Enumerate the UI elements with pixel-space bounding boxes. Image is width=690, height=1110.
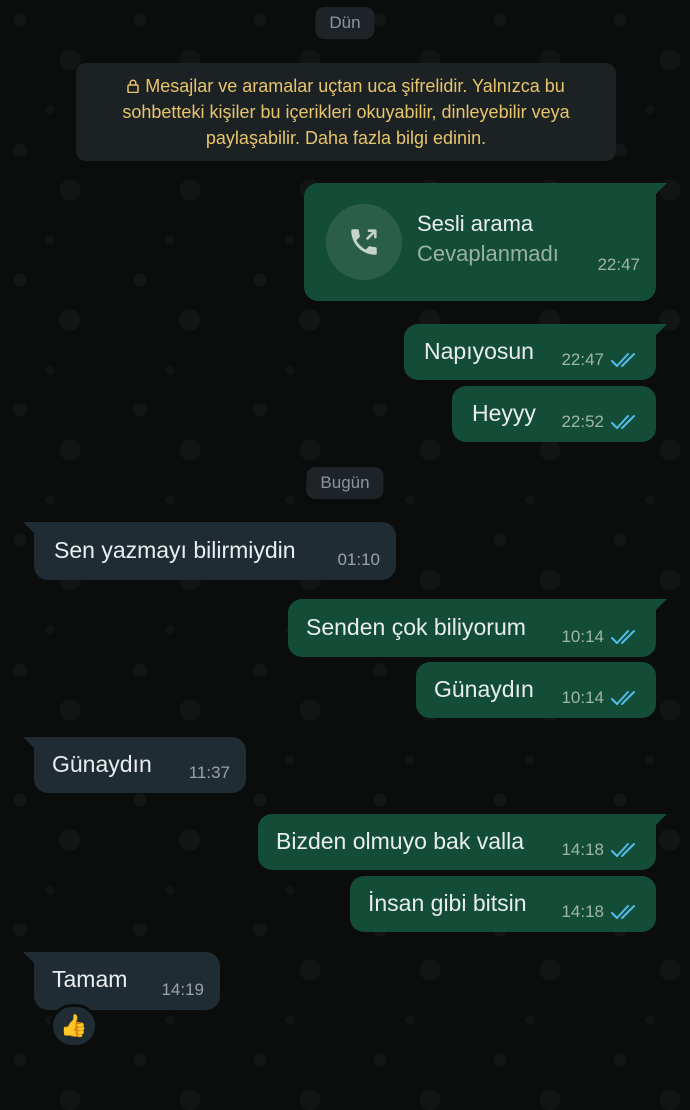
call-icon-circle [326,204,402,280]
call-meta: 22:47 [597,255,640,275]
read-ticks-icon [611,691,635,705]
message-time: 11:37 [188,763,230,782]
message-meta: 14:19 [161,980,204,1000]
message-time: 22:47 [561,350,604,369]
message-text: İnsan gibi bitsin [368,890,527,916]
read-ticks-icon [611,415,635,429]
chat-area[interactable]: Dün Mesajlar ve aramalar uçtan uca şifre… [0,0,690,1110]
message-bubble[interactable]: Bizden olmuyo bak valla 14:18 [258,814,667,870]
voice-call-bubble[interactable]: Sesli arama Cevaplanmadı 22:47 [304,183,667,301]
message-bubble[interactable]: Napıyosun 22:47 [404,324,667,380]
message-bubble[interactable]: Tamam 14:19 [23,952,220,1010]
reaction-badge[interactable]: 👍 [50,1004,98,1048]
message-time: 01:10 [337,550,380,569]
read-ticks-icon [611,905,635,919]
read-ticks-icon [611,630,635,644]
message-meta: 22:47 [561,350,640,370]
call-status: Cevaplanmadı [417,241,559,266]
message-bubble[interactable]: Günaydın 11:37 [23,737,246,793]
message-meta: 10:14 [561,627,640,647]
encryption-notice[interactable]: Mesajlar ve aramalar uçtan uca şifrelidi… [76,63,616,161]
call-time: 22:47 [597,255,640,274]
message-bubble[interactable]: İnsan gibi bitsin 14:18 [350,876,656,932]
outgoing-call-icon [351,229,377,255]
message-text: Bizden olmuyo bak valla [276,828,525,854]
message-meta: 10:14 [561,688,640,708]
message-text: Günaydın [434,676,534,702]
message-time: 10:14 [561,627,604,646]
message-time: 14:19 [161,980,204,999]
message-meta: 14:18 [561,902,640,922]
read-ticks-icon [611,353,635,367]
encryption-notice-text: Mesajlar ve aramalar uçtan uca şifrelidi… [122,76,570,148]
message-meta: 11:37 [189,763,230,783]
message-bubble[interactable]: Günaydın 10:14 [416,662,656,718]
read-ticks-icon [611,843,635,857]
lock-icon [127,79,139,93]
message-time: 14:18 [561,902,604,921]
date-chip-yesterday: Dün [315,7,375,39]
message-bubble[interactable]: Heyyy 22:52 [452,386,656,442]
call-title: Sesli arama [417,211,534,236]
message-meta: 14:18 [561,840,640,860]
message-meta: 01:10 [337,550,380,570]
message-text: Tamam [52,966,128,992]
date-chip-today: Bugün [306,467,384,499]
message-time: 22:52 [561,412,604,431]
message-text: Heyyy [472,400,536,426]
message-bubble[interactable]: Sen yazmayı bilirmiydin 01:10 [23,522,396,580]
message-text: Senden çok biliyorum [306,614,526,640]
message-meta: 22:52 [561,412,640,432]
message-bubble[interactable]: Senden çok biliyorum 10:14 [288,599,667,657]
message-time: 14:18 [561,840,604,859]
thumbs-up-icon: 👍 [60,1013,88,1038]
message-time: 10:14 [561,688,604,707]
message-text: Napıyosun [424,338,534,364]
message-text: Sen yazmayı bilirmiydin [54,537,296,563]
message-text: Günaydın [52,751,152,777]
